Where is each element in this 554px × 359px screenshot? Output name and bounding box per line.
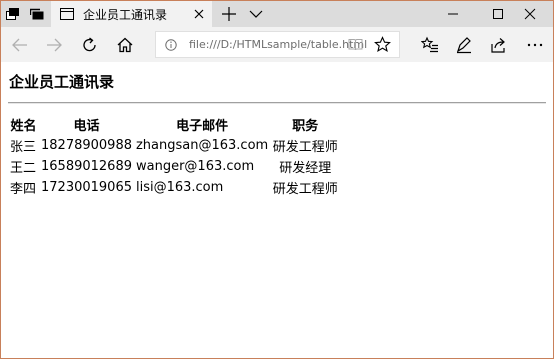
column-header: 电子邮件 — [176, 119, 229, 134]
tab-bar: 企业员工通讯录 — [1, 1, 553, 27]
horizontal-rule — [8, 102, 546, 104]
browser-window: 企业员工通讯录 file:///D:/HTMLsample/table.html… — [0, 0, 554, 359]
table-cell: zhangsan@163.com — [135, 138, 269, 153]
chevron-down-icon[interactable] — [247, 5, 265, 23]
address-bar[interactable]: file:///D:/HTMLsample/table.html — [155, 31, 400, 58]
tab-set-aside-icon[interactable] — [1, 1, 25, 27]
info-icon[interactable] — [165, 39, 177, 51]
page-content: 企业员工通讯录 姓名 电话 电子邮件 职务 张三 18278900988 zha… — [1, 62, 553, 358]
tab-title: 企业员工通讯录 — [83, 7, 168, 22]
arrow-left-icon[interactable] — [10, 35, 30, 55]
table-header-row: 姓名 电话 电子邮件 职务 — [8, 114, 340, 135]
table-cell: 18278900988 — [41, 138, 132, 153]
table-cell: 研发工程师 — [272, 140, 338, 155]
share-icon[interactable] — [489, 35, 509, 55]
table-cell: 研发工程师 — [272, 182, 338, 197]
table-cell: wanger@163.com — [135, 159, 255, 174]
close-icon[interactable] — [192, 7, 206, 21]
column-header: 职务 — [292, 119, 319, 134]
tab-preview-icon[interactable] — [25, 1, 49, 27]
favorites-list-icon[interactable] — [420, 35, 440, 55]
table-cell: 张三 — [10, 140, 37, 155]
column-header: 姓名 — [10, 119, 37, 134]
table-cell: 16589012689 — [41, 159, 132, 174]
table-row: 张三 18278900988 zhangsan@163.com 研发工程师 — [8, 135, 340, 156]
arrow-right-icon[interactable] — [44, 35, 64, 55]
table-cell: 王二 — [10, 161, 37, 176]
table-cell: lisi@163.com — [135, 180, 224, 195]
book-icon[interactable] — [348, 38, 363, 51]
star-icon[interactable] — [374, 36, 391, 53]
url-text: file:///D:/HTMLsample/table.html — [189, 38, 368, 51]
table-cell: 李四 — [10, 182, 37, 197]
tab-active[interactable]: 企业员工通讯录 — [51, 1, 212, 27]
navigation-bar: file:///D:/HTMLsample/table.html — [1, 27, 553, 62]
minimize-icon[interactable] — [430, 1, 476, 27]
pen-icon[interactable] — [454, 35, 474, 55]
table-cell: 研发经理 — [279, 161, 332, 176]
home-icon[interactable] — [115, 35, 135, 55]
column-header: 电话 — [73, 119, 100, 134]
page-icon — [59, 7, 75, 21]
refresh-icon[interactable] — [80, 35, 100, 55]
table-cell: 17230019065 — [41, 180, 132, 195]
employee-table: 姓名 电话 电子邮件 职务 张三 18278900988 zhangsan@16… — [8, 114, 340, 198]
page-title: 企业员工通讯录 — [9, 73, 115, 91]
table-row: 李四 17230019065 lisi@163.com 研发工程师 — [8, 177, 340, 198]
plus-icon[interactable] — [220, 5, 238, 23]
table-row: 王二 16589012689 wanger@163.com 研发经理 — [8, 156, 340, 177]
close-icon[interactable] — [507, 1, 553, 27]
more-icon[interactable] — [525, 35, 545, 55]
